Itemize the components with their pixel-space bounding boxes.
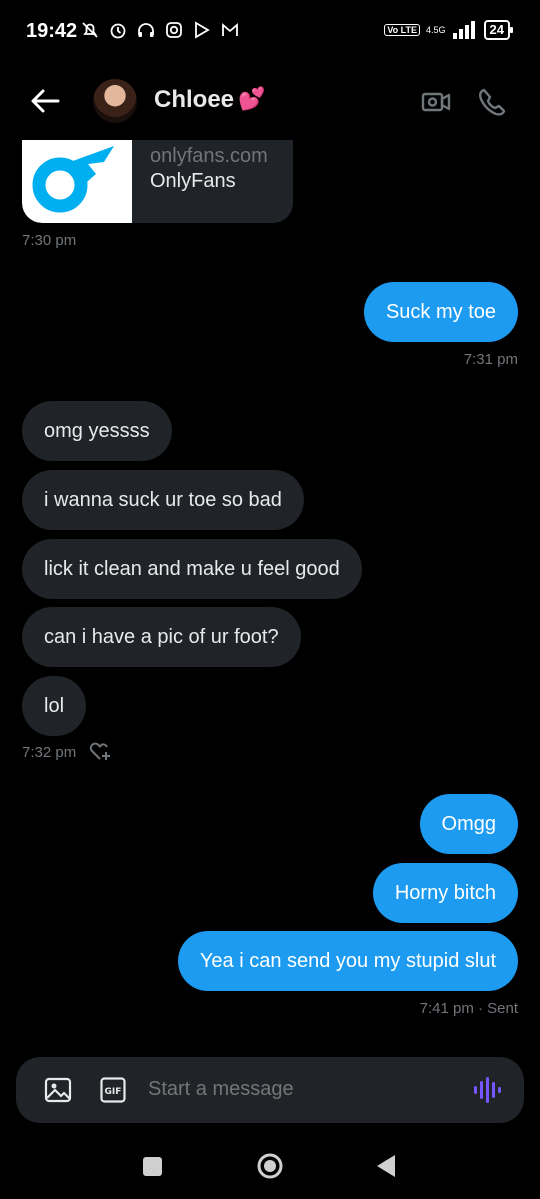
link-preview-card[interactable]: onlyfans.com OnlyFans (22, 140, 293, 223)
add-reaction-icon[interactable] (88, 740, 112, 762)
volte-badge: Vo LTE (384, 24, 421, 36)
status-notification-icons (80, 20, 240, 40)
status-bar: 19:42 Vo LTE 4.5G 24 (0, 0, 540, 66)
incoming-message[interactable]: omg yessss (22, 401, 172, 461)
conversation-header: Chloee 💕 (0, 66, 540, 138)
link-domain: onlyfans.com (150, 145, 268, 167)
image-icon[interactable] (44, 1076, 72, 1104)
play-store-icon (195, 21, 210, 39)
gif-label: GIF (105, 1087, 122, 1097)
message-input[interactable] (146, 1077, 450, 1102)
outgoing-message[interactable]: Yea i can send you my stupid slut (177, 931, 518, 991)
message-timestamp: 7:30 pm (22, 232, 77, 249)
network-type: 4.5G (426, 24, 446, 35)
outgoing-message[interactable]: Omgg (419, 794, 518, 854)
battery-icon: 24 (483, 20, 514, 40)
message-status: 7:41 pm · Sent (419, 1000, 518, 1017)
voice-message-icon[interactable] (471, 1075, 501, 1105)
gif-icon[interactable]: GIF (100, 1077, 126, 1103)
system-navigation-bar (0, 1140, 540, 1199)
video-call-icon[interactable] (420, 86, 452, 118)
incoming-message[interactable]: lick it clean and make u feel good (22, 539, 362, 599)
avatar[interactable] (93, 79, 137, 123)
home-button[interactable] (256, 1152, 284, 1180)
link-title: OnlyFans (150, 170, 236, 192)
incoming-message[interactable]: i wanna suck ur toe so bad (22, 470, 304, 530)
contact-name[interactable]: Chloee (154, 86, 234, 114)
back-arrow-icon[interactable] (28, 84, 62, 118)
phone-call-icon[interactable] (476, 86, 508, 118)
headphones-icon (138, 23, 154, 37)
system-back-button[interactable] (375, 1153, 397, 1179)
outgoing-message[interactable]: Suck my toe (363, 282, 518, 342)
onlyfans-logo-icon (32, 146, 114, 213)
status-system-icons: Vo LTE 4.5G 24 (384, 20, 514, 40)
incoming-message[interactable]: lol (22, 676, 87, 736)
message-timestamp: 7:31 pm (463, 351, 518, 368)
outgoing-message[interactable]: Horny bitch (372, 863, 518, 923)
gmail-icon (222, 23, 238, 36)
instagram-icon (166, 22, 182, 38)
link-thumbnail (22, 140, 132, 223)
recent-apps-button[interactable] (143, 1157, 162, 1176)
signal-icon (452, 21, 475, 39)
alarm-icon (110, 23, 126, 39)
message-timestamp: 7:32 pm (22, 744, 77, 761)
mute-bell-icon (82, 22, 98, 38)
hearts-emoji: 💕 (238, 86, 266, 111)
message-composer: GIF (16, 1057, 524, 1123)
status-time: 19:42 (26, 20, 78, 42)
incoming-message[interactable]: can i have a pic of ur foot? (22, 607, 301, 667)
